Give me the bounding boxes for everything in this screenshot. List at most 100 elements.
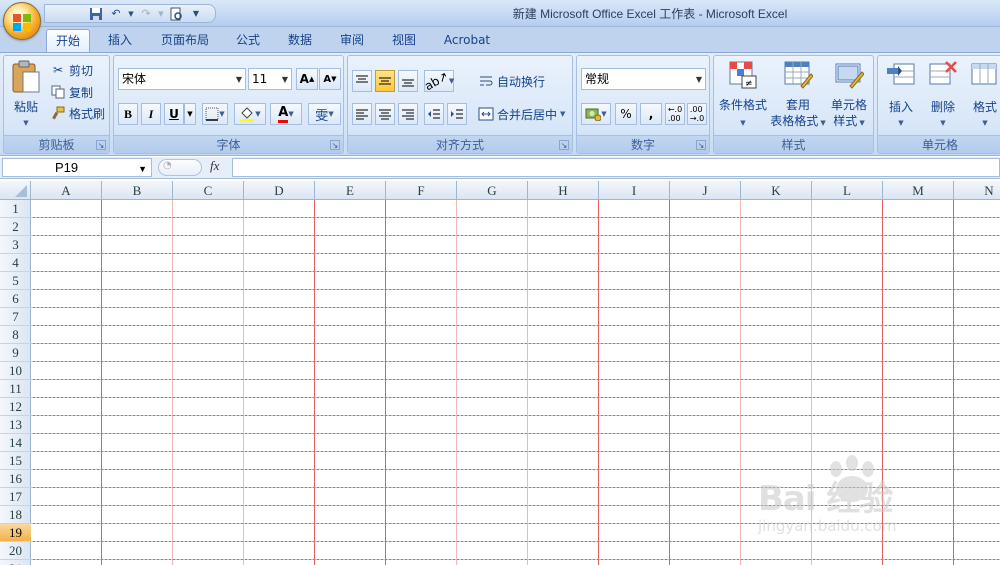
formula-input[interactable]: [232, 158, 1000, 177]
row-header-11[interactable]: 11: [0, 380, 31, 398]
window-title: 新建 Microsoft Office Excel 工作表 - Microsof…: [512, 7, 788, 21]
column-header-e[interactable]: E: [315, 181, 386, 200]
underline-dropdown-icon[interactable]: ▼: [184, 103, 196, 125]
tab-formulas[interactable]: 公式: [226, 29, 270, 52]
row-header-12[interactable]: 12: [0, 398, 31, 416]
row-header-2[interactable]: 2: [0, 218, 31, 236]
column-header-k[interactable]: K: [741, 181, 812, 200]
delete-cells-button[interactable]: 删除 ▼: [922, 60, 964, 132]
insert-function-button[interactable]: fx: [210, 158, 219, 174]
name-box[interactable]: P19 ▼: [2, 158, 152, 177]
align-left-button[interactable]: [352, 103, 372, 125]
row-header-9[interactable]: 9: [0, 344, 31, 362]
column-header-a[interactable]: A: [31, 181, 102, 200]
tab-acrobat[interactable]: Acrobat: [436, 29, 498, 52]
row-header-10[interactable]: 10: [0, 362, 31, 380]
cell-styles-button[interactable]: 单元格 样式 ▼: [824, 60, 874, 132]
column-header-m[interactable]: M: [883, 181, 954, 200]
font-color-button[interactable]: A ▼: [270, 103, 302, 125]
tab-data[interactable]: 数据: [278, 29, 322, 52]
clipboard-launcher-icon[interactable]: ↘: [96, 140, 106, 150]
column-header-n[interactable]: N: [954, 181, 1000, 200]
accounting-format-button[interactable]: ▼: [581, 103, 611, 125]
row-header-14[interactable]: 14: [0, 434, 31, 452]
office-button[interactable]: [3, 2, 41, 40]
grow-font-button[interactable]: A ▲: [296, 68, 318, 90]
tab-insert[interactable]: 插入: [98, 29, 142, 52]
tab-view[interactable]: 视图: [382, 29, 426, 52]
row-header-3[interactable]: 3: [0, 236, 31, 254]
border-button[interactable]: ▼: [202, 103, 228, 125]
paste-button[interactable]: 粘贴 ▼: [8, 60, 44, 130]
font-size-select[interactable]: 11 ▼: [248, 68, 292, 90]
increase-decimal-button[interactable]: ←.0.00: [665, 103, 685, 125]
align-bottom-icon: [402, 79, 414, 87]
align-bottom-button[interactable]: [398, 70, 418, 92]
font-launcher-icon[interactable]: ↘: [330, 140, 340, 150]
align-top-button[interactable]: [352, 70, 372, 92]
format-cells-button[interactable]: 格式 ▼: [966, 60, 1000, 132]
column-header-b[interactable]: B: [102, 181, 173, 200]
increase-indent-button[interactable]: [447, 103, 467, 125]
paste-dropdown-icon[interactable]: ▼: [8, 116, 44, 131]
insert-cells-button[interactable]: 插入 ▼: [880, 60, 922, 132]
orientation-button[interactable]: ab↗ ▼: [422, 69, 454, 94]
bold-button[interactable]: B: [118, 103, 138, 125]
row-header-4[interactable]: 4: [0, 254, 31, 272]
decrease-indent-button[interactable]: [424, 103, 444, 125]
format-as-table-label-1: 套用: [785, 98, 810, 112]
row-header-19[interactable]: 19: [0, 524, 31, 542]
underline-button[interactable]: U: [164, 103, 184, 125]
row-header-13[interactable]: 13: [0, 416, 31, 434]
row-header-5[interactable]: 5: [0, 272, 31, 290]
tab-home[interactable]: 开始: [46, 29, 90, 52]
font-name-select[interactable]: 宋体 ▼: [118, 68, 246, 90]
row-header-21[interactable]: 21: [0, 560, 31, 565]
align-middle-button[interactable]: [375, 70, 395, 92]
phonetic-button[interactable]: 雯 ▼: [308, 103, 341, 125]
select-all-button[interactable]: [0, 181, 31, 200]
row-header-7[interactable]: 7: [0, 308, 31, 326]
conditional-formatting-button[interactable]: ≠ 条件格式 ▼: [716, 60, 770, 132]
cut-label: 剪切: [69, 63, 94, 78]
column-header-i[interactable]: I: [599, 181, 670, 200]
row-header-6[interactable]: 6: [0, 290, 31, 308]
shrink-font-button[interactable]: A ▼: [319, 68, 341, 90]
number-launcher-icon[interactable]: ↘: [696, 140, 706, 150]
column-header-f[interactable]: F: [386, 181, 457, 200]
column-header-h[interactable]: H: [528, 181, 599, 200]
row-header-8[interactable]: 8: [0, 326, 31, 344]
comma-button[interactable]: ,: [640, 103, 662, 125]
wrap-text-button[interactable]: 自动换行: [478, 71, 545, 91]
row-header-16[interactable]: 16: [0, 470, 31, 488]
decrease-decimal-button[interactable]: .00 →.0: [687, 103, 707, 125]
tab-review[interactable]: 审阅: [330, 29, 374, 52]
percent-button[interactable]: %: [615, 103, 637, 125]
align-right-button[interactable]: [398, 103, 418, 125]
format-as-table-button[interactable]: 套用 表格格式 ▼: [770, 60, 826, 132]
cut-button[interactable]: ✂ 剪切: [50, 60, 93, 80]
column-header-l[interactable]: L: [812, 181, 883, 200]
tab-page-layout[interactable]: 页面布局: [151, 29, 219, 52]
row-header-20[interactable]: 20: [0, 542, 31, 560]
align-center-button[interactable]: [375, 103, 395, 125]
format-painter-button[interactable]: 格式刷: [50, 103, 105, 123]
column-header-c[interactable]: C: [173, 181, 244, 200]
row-header-18[interactable]: 18: [0, 506, 31, 524]
copy-button[interactable]: 复制: [50, 82, 93, 102]
alignment-launcher-icon[interactable]: ↘: [559, 140, 569, 150]
merge-center-button[interactable]: 合并后居中 ▼: [478, 104, 565, 124]
row-header-15[interactable]: 15: [0, 452, 31, 470]
number-format-select[interactable]: 常规 ▼: [581, 68, 706, 90]
column-header-g[interactable]: G: [457, 181, 528, 200]
phonetic-glyph: 雯: [315, 108, 329, 124]
insert-cells-label: 插入: [888, 100, 913, 114]
column-header-d[interactable]: D: [244, 181, 315, 200]
row-header-17[interactable]: 17: [0, 488, 31, 506]
delete-cells-icon: [929, 61, 957, 85]
table-style-icon: [784, 61, 813, 89]
fill-color-button[interactable]: ▼: [234, 103, 266, 125]
italic-button[interactable]: I: [141, 103, 161, 125]
column-header-j[interactable]: J: [670, 181, 741, 200]
row-header-1[interactable]: 1: [0, 200, 31, 218]
